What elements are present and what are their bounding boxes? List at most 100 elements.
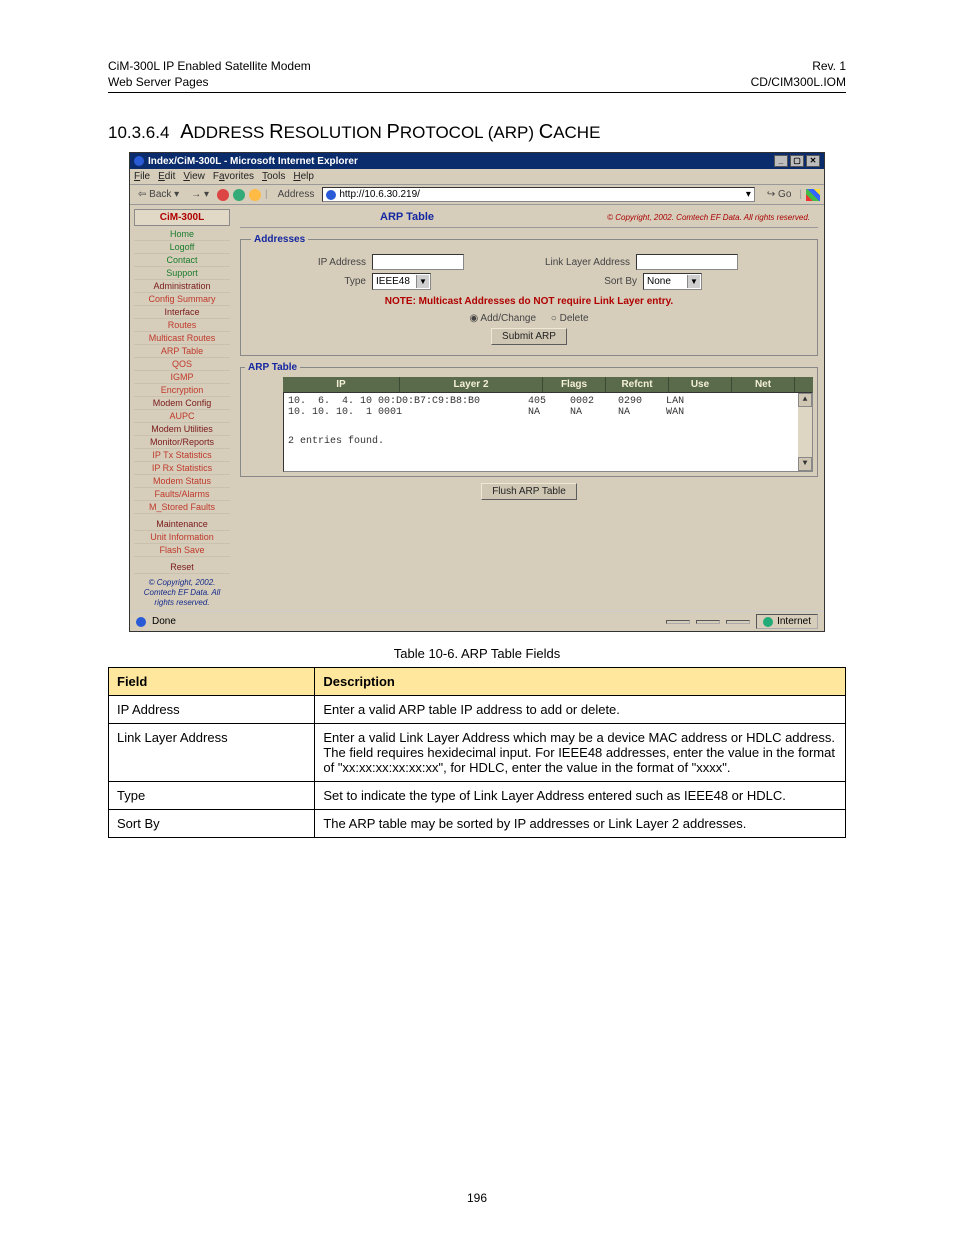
arp-table-legend: ARP Table <box>245 362 300 373</box>
table-row: IP Address Enter a valid ARP table IP ad… <box>109 696 846 724</box>
table-row: Type Set to indicate the type of Link La… <box>109 782 846 810</box>
close-button[interactable]: ✕ <box>806 155 820 167</box>
sidebar-ip-rx-stats[interactable]: IP Rx Statistics <box>134 462 230 475</box>
address-label: Address <box>278 189 315 200</box>
sidebar-administration[interactable]: Administration <box>134 280 230 293</box>
flush-arp-button[interactable]: Flush ARP Table <box>481 483 577 500</box>
ie-icon <box>134 156 144 166</box>
toolbar: ⇦ Back ▾ → ▾ | Address http://10.6.30.21… <box>130 185 824 205</box>
page-number: 196 <box>0 1191 954 1205</box>
page-title: ARP Table <box>380 211 434 223</box>
multicast-note: NOTE: Multicast Addresses do NOT require… <box>251 296 807 307</box>
action-radios: ◉ Add/Change ○ Delete <box>251 313 807 324</box>
menu-tools[interactable]: Tools <box>262 171 285 182</box>
refresh-icon[interactable] <box>233 189 245 201</box>
th-field: Field <box>109 668 315 696</box>
sortby-select[interactable]: None▼ <box>643 273 702 290</box>
sidebar-logoff[interactable]: Logoff <box>134 241 230 254</box>
links-icon[interactable] <box>806 189 820 201</box>
sidebar-flash-save[interactable]: Flash Save <box>134 544 230 557</box>
sidebar-encryption[interactable]: Encryption <box>134 384 230 397</box>
col-ip: IP <box>283 377 400 392</box>
sidebar-igmp[interactable]: IGMP <box>134 371 230 384</box>
sidebar-home[interactable]: Home <box>134 228 230 241</box>
menu-bar: File Edit View Favorites Tools Help <box>130 169 824 185</box>
sidebar-product: CiM-300L <box>134 209 230 226</box>
sidebar-interface[interactable]: Interface <box>134 306 230 319</box>
delete-radio[interactable]: ○ Delete <box>551 313 589 324</box>
status-text: Done <box>152 616 176 627</box>
maximize-button[interactable]: ▢ <box>790 155 804 167</box>
arp-table-fieldset: ARP Table IP Layer 2 Flags Refcnt Use Ne… <box>240 362 818 477</box>
table-row: Sort By The ARP table may be sorted by I… <box>109 810 846 838</box>
status-bar: Done Internet <box>130 611 824 631</box>
sidebar-arp-table[interactable]: ARP Table <box>134 345 230 358</box>
type-select[interactable]: IEEE48▼ <box>372 273 431 290</box>
go-button[interactable]: ↪ Go <box>763 188 796 201</box>
header-left: CiM-300L IP Enabled Satellite Modem Web … <box>108 58 311 90</box>
sidebar-support[interactable]: Support <box>134 267 230 280</box>
window-title: Index/CiM-300L - Microsoft Internet Expl… <box>148 156 358 167</box>
scroll-down-icon[interactable]: ▼ <box>798 457 812 471</box>
sidebar-contact[interactable]: Contact <box>134 254 230 267</box>
sidebar-qos[interactable]: QOS <box>134 358 230 371</box>
sidebar-m-stored-faults[interactable]: M_Stored Faults <box>134 501 230 514</box>
page-copyright: © Copyright, 2002. Comtech EF Data. All … <box>607 213 818 222</box>
link-layer-label: Link Layer Address <box>470 257 630 268</box>
arp-table-rows: 10. 6. 4. 10 00:D0:B7:C9:B8:B0 405 0002 … <box>288 396 808 418</box>
sidebar-multicast-routes[interactable]: Multicast Routes <box>134 332 230 345</box>
col-use: Use <box>669 377 732 392</box>
sidebar-unit-information[interactable]: Unit Information <box>134 531 230 544</box>
sidebar-ip-tx-stats[interactable]: IP Tx Statistics <box>134 449 230 462</box>
sidebar-maintenance[interactable]: Maintenance <box>134 518 230 531</box>
back-button[interactable]: ⇦ Back ▾ <box>134 188 183 201</box>
minimize-button[interactable]: _ <box>774 155 788 167</box>
home-icon[interactable] <box>249 189 261 201</box>
field-name: Link Layer Address <box>109 724 315 782</box>
sidebar-modem-utilities[interactable]: Modem Utilities <box>134 423 230 436</box>
menu-edit[interactable]: Edit <box>158 171 175 182</box>
sidebar-modem-config[interactable]: Modem Config <box>134 397 230 410</box>
sidebar-faults-alarms[interactable]: Faults/Alarms <box>134 488 230 501</box>
window-titlebar: Index/CiM-300L - Microsoft Internet Expl… <box>130 153 824 169</box>
sidebar-reset[interactable]: Reset <box>134 561 230 574</box>
section-heading: 10.3.6.4 ADDRESS RESOLUTION PROTOCOL (AR… <box>108 121 846 144</box>
scrollbar[interactable]: ▲ ▼ <box>798 393 812 471</box>
arp-table-body[interactable]: 10. 6. 4. 10 00:D0:B7:C9:B8:B0 405 0002 … <box>283 392 813 472</box>
stop-icon[interactable] <box>217 189 229 201</box>
forward-button[interactable]: → ▾ <box>187 188 213 201</box>
chevron-down-icon: ▼ <box>687 275 700 288</box>
address-field[interactable]: http://10.6.30.219/ ▾ <box>322 187 755 202</box>
sidebar-nav: CiM-300L Home Logoff Contact Support Adm… <box>130 205 234 611</box>
table-caption: Table 10-6. ARP Table Fields <box>108 646 846 661</box>
col-flags: Flags <box>543 377 606 392</box>
security-zone: Internet <box>756 614 818 629</box>
menu-view[interactable]: View <box>183 171 205 182</box>
ip-address-label: IP Address <box>251 257 366 268</box>
sidebar-monitor-reports[interactable]: Monitor/Reports <box>134 436 230 449</box>
scroll-up-icon[interactable]: ▲ <box>798 393 812 407</box>
sidebar-config-summary[interactable]: Config Summary <box>134 293 230 306</box>
menu-file[interactable]: File <box>134 171 150 182</box>
ip-address-input[interactable] <box>372 254 464 270</box>
field-desc: Enter a valid ARP table IP address to ad… <box>315 696 846 724</box>
addresses-legend: Addresses <box>251 234 308 245</box>
page-header: CiM-300L IP Enabled Satellite Modem Web … <box>108 58 846 93</box>
header-right: Rev. 1 CD/CIM300L.IOM <box>751 58 846 90</box>
link-layer-input[interactable] <box>636 254 738 270</box>
main-content: ARP Table © Copyright, 2002. Comtech EF … <box>234 205 824 611</box>
submit-arp-button[interactable]: Submit ARP <box>491 328 567 345</box>
sidebar-modem-status[interactable]: Modem Status <box>134 475 230 488</box>
type-label: Type <box>251 276 366 287</box>
add-change-radio[interactable]: ◉ Add/Change <box>469 313 536 324</box>
col-refcnt: Refcnt <box>606 377 669 392</box>
sidebar-aupc[interactable]: AUPC <box>134 410 230 423</box>
field-name: Type <box>109 782 315 810</box>
col-layer2: Layer 2 <box>400 377 543 392</box>
sidebar-routes[interactable]: Routes <box>134 319 230 332</box>
arp-table-header: IP Layer 2 Flags Refcnt Use Net <box>283 377 813 392</box>
col-net: Net <box>732 377 795 392</box>
entries-found: 2 entries found. <box>288 436 808 447</box>
menu-favorites[interactable]: Favorites <box>213 171 254 182</box>
menu-help[interactable]: Help <box>293 171 314 182</box>
